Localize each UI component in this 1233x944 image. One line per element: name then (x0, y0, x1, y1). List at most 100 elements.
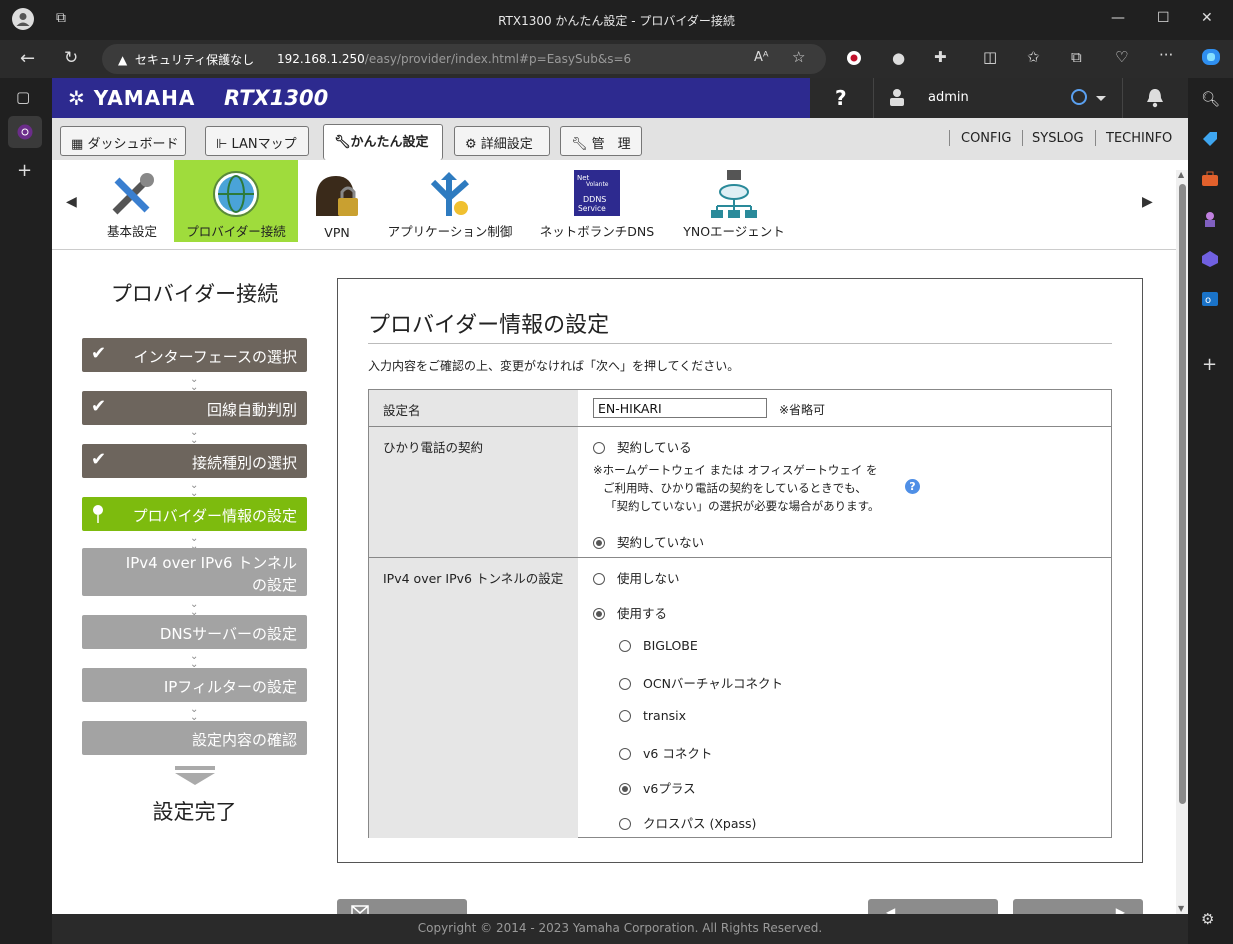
step-dns-server: DNSサーバーの設定 (82, 615, 307, 649)
radio-button[interactable] (619, 748, 631, 760)
provider-v6connect-radio[interactable]: v6 コネクト (619, 743, 712, 762)
radio-button[interactable] (619, 783, 631, 795)
radio-button[interactable] (619, 710, 631, 722)
scroll-right-icon[interactable]: ▶ (1142, 194, 1153, 210)
syslog-link[interactable]: SYSLOG (1032, 131, 1084, 146)
radio-button[interactable] (593, 573, 605, 585)
security-warning[interactable]: ▲ セキュリティ保護なし (118, 51, 254, 68)
chevron-down-icon: ⌄ ⌄ (190, 704, 199, 723)
tunnel-off-radio[interactable]: 使用しない (593, 568, 680, 587)
browser-toolbar: ← ↻ ▲ セキュリティ保護なし 192.168.1.250/easy/prov… (0, 40, 1233, 78)
step-connection-type: ✔ 接続種別の選択 (82, 444, 307, 478)
read-aloud-icon[interactable]: Aᴬ (754, 50, 769, 65)
title-divider (368, 343, 1112, 344)
svg-text:Volante: Volante (586, 181, 609, 188)
split-screen-icon[interactable]: ◫ (983, 48, 997, 66)
collections-icon[interactable]: ⧉ (1071, 48, 1082, 66)
back-icon[interactable]: ← (20, 48, 35, 69)
tab-actions-icon[interactable]: ▢ (16, 88, 30, 106)
tab-management[interactable]: 🔧︎ 管 理 (560, 126, 642, 156)
browser-essentials-icon[interactable]: ♡ (1115, 48, 1128, 66)
radio-button[interactable] (593, 608, 605, 620)
tunnel-on-radio[interactable]: 使用する (593, 603, 667, 622)
function-basic-setup[interactable]: 基本設定 (98, 160, 166, 242)
tools-icon[interactable] (1201, 170, 1219, 192)
yamaha-logo: ✲ YAMAHA (68, 86, 196, 110)
copilot-sidebar-icon[interactable] (1201, 250, 1219, 272)
add-sidebar-app-icon[interactable]: + (1202, 354, 1217, 375)
scroll-left-icon[interactable]: ◀ (66, 194, 77, 210)
sidebar-settings-icon[interactable]: ⚙ (1201, 910, 1214, 928)
url-text[interactable]: 192.168.1.250/easy/provider/index.html#p… (277, 52, 631, 66)
radio-button[interactable] (593, 537, 605, 549)
setup-complete-label: 設定完了 (152, 800, 237, 824)
provider-biglobe-radio[interactable]: BIGLOBE (619, 638, 698, 653)
step-provider-info: プロバイダー情報の設定 (82, 497, 307, 531)
optional-hint: ※省略可 (779, 403, 826, 417)
chevron-down-icon: ⌄ ⌄ (190, 480, 199, 499)
user-icon (890, 88, 904, 110)
function-netvolante-dns[interactable]: Net Volante DDNS Service ネットボランチDNS (536, 160, 658, 242)
scrollbar-thumb[interactable] (1179, 184, 1186, 804)
favorites-icon[interactable]: ✩ (1027, 48, 1040, 66)
function-yno-agent[interactable]: YNOエージェント (676, 160, 792, 242)
provider-ocn-radio[interactable]: OCNバーチャルコネクト (619, 673, 783, 692)
page-title: プロバイダー情報の設定 (368, 313, 610, 338)
close-icon[interactable]: ✕ (1201, 10, 1213, 26)
games-icon[interactable] (1201, 210, 1219, 232)
scroll-down-icon[interactable]: ▼ (1178, 904, 1184, 913)
extension-dots-icon[interactable]: ● (892, 49, 905, 67)
extensions-icon[interactable]: ✚ (934, 48, 947, 66)
function-vpn[interactable]: VPN (307, 160, 367, 242)
step-ipv6-tunnel: IPv4 over IPv6 トンネル の設定 (82, 548, 307, 596)
more-menu-icon[interactable]: ··· (1159, 46, 1173, 64)
window-title: RTX1300 かんたん設定 - プロバイダー接続 (498, 14, 735, 28)
function-icon-bar: ◀ 基本設定 プロバイダー接続 VPN アプリケーション制御 Net Volant… (52, 160, 1188, 250)
lan-map-icon: ⊩ (216, 137, 228, 152)
search-icon[interactable]: 🔍︎ (1201, 90, 1220, 108)
tab-lan-map[interactable]: ⊩ LANマップ (205, 126, 309, 156)
copilot-icon[interactable] (1200, 46, 1222, 72)
help-question-icon[interactable]: ? (905, 479, 920, 494)
function-provider-connection[interactable]: プロバイダー接続 (174, 160, 298, 242)
tab-dashboard[interactable]: ▦ ダッシュボード (60, 126, 186, 156)
techinfo-link[interactable]: TECHINFO (1106, 131, 1172, 146)
favorite-star-icon[interactable]: ☆ (792, 48, 805, 66)
scroll-up-icon[interactable]: ▲ (1178, 170, 1184, 179)
notification-bell-icon[interactable] (1122, 78, 1188, 118)
shopping-tag-icon[interactable] (1201, 130, 1219, 152)
dashboard-icon: ▦ (71, 137, 84, 152)
function-application-control[interactable]: アプリケーション制御 (382, 160, 518, 242)
help-button[interactable]: ? (810, 78, 874, 118)
radio-button[interactable] (593, 442, 605, 454)
hikari-contract-yes-radio[interactable]: 契約している (593, 437, 692, 456)
browser-sidebar: ▢ + (0, 78, 52, 944)
config-link[interactable]: CONFIG (961, 131, 1011, 146)
new-tab-icon[interactable]: + (17, 160, 32, 181)
tools-wrench-icon (112, 173, 154, 215)
radio-button[interactable] (619, 640, 631, 652)
ipv6-tunnel-label: IPv4 over IPv6 トンネルの設定 (369, 558, 578, 838)
vertical-tab[interactable] (8, 116, 42, 148)
page-scrollbar[interactable]: ▲ ▼ (1176, 170, 1188, 914)
provider-transix-radio[interactable]: transix (619, 708, 686, 723)
provider-xpass-radio[interactable]: クロスパス (Xpass) (619, 813, 756, 832)
setting-name-input[interactable] (593, 398, 767, 418)
hikari-contract-no-radio[interactable]: 契約していない (593, 532, 704, 551)
app-header: ✲ YAMAHA RTX1300 ? admin (52, 78, 1188, 118)
minimize-icon[interactable]: — (1111, 10, 1125, 26)
reload-icon[interactable]: ↻ (64, 48, 78, 68)
radio-button[interactable] (619, 818, 631, 830)
extension-record-icon[interactable] (846, 50, 862, 70)
radio-button[interactable] (619, 678, 631, 690)
tab-advanced-setup[interactable]: ⚙ 詳細設定 (454, 126, 550, 156)
provider-v6plus-radio[interactable]: v6プラス (619, 778, 696, 797)
tab-easy-setup[interactable]: 🔧︎かんたん設定 (323, 124, 443, 160)
maximize-icon[interactable]: ☐ (1157, 10, 1170, 26)
account-menu-toggle[interactable] (1070, 88, 1108, 112)
hikari-phone-label: ひかり電話の契約 (369, 427, 578, 557)
step-auto-detect: ✔ 回線自動判別 (82, 391, 307, 425)
address-bar[interactable]: ▲ セキュリティ保護なし 192.168.1.250/easy/provider… (102, 44, 826, 74)
outlook-icon[interactable]: o (1201, 290, 1219, 312)
setting-name-label: 設定名 (369, 390, 578, 426)
